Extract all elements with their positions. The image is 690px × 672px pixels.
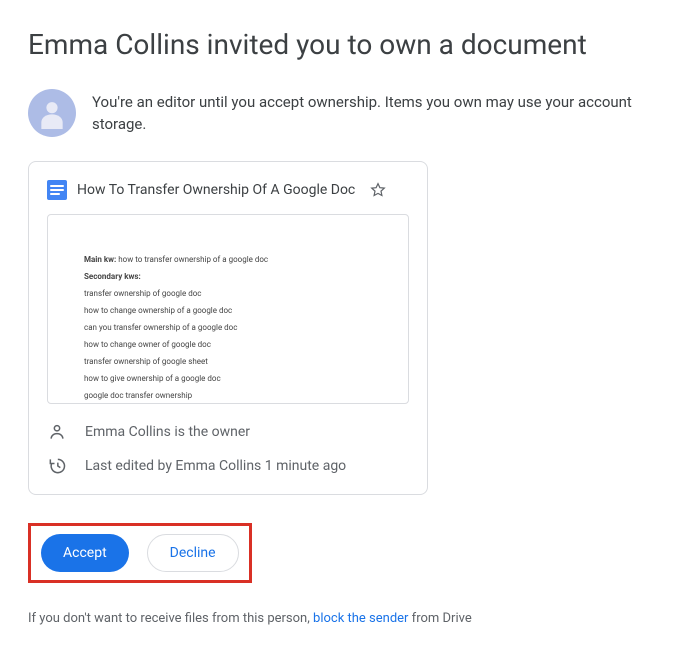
owner-text: Emma Collins is the owner [85, 424, 250, 440]
footer-text: If you don't want to receive files from … [28, 611, 662, 626]
preview-line: google doc transfer ownership [84, 391, 372, 400]
page-title: Emma Collins invited you to own a docume… [28, 28, 662, 61]
accept-button[interactable]: Accept [41, 534, 129, 572]
preview-line: transfer ownership of google sheet [84, 357, 372, 366]
star-icon[interactable] [369, 181, 387, 199]
history-icon [47, 456, 67, 476]
info-text: You're an editor until you accept owners… [92, 91, 662, 136]
owner-row: Emma Collins is the owner [47, 422, 409, 442]
preview-line: how to give ownership of a google doc [84, 374, 372, 383]
preview-secondary-label: Secondary kws: [84, 272, 372, 281]
avatar [28, 89, 76, 137]
preview-line: transfer ownership of google doc [84, 289, 372, 298]
document-card: How To Transfer Ownership Of A Google Do… [28, 161, 428, 495]
doc-title[interactable]: How To Transfer Ownership Of A Google Do… [77, 182, 355, 198]
doc-header: How To Transfer Ownership Of A Google Do… [47, 180, 409, 200]
preview-line: how to change owner of google doc [84, 340, 372, 349]
decline-button[interactable]: Decline [147, 534, 239, 572]
block-sender-link[interactable]: block the sender [313, 611, 408, 626]
preview-main-kw: Main kw: how to transfer ownership of a … [84, 255, 372, 264]
preview-line: can you transfer ownership of a google d… [84, 323, 372, 332]
info-row: You're an editor until you accept owners… [28, 89, 662, 137]
edited-text: Last edited by Emma Collins 1 minute ago [85, 458, 346, 474]
preview-line: how to change ownership of a google doc [84, 306, 372, 315]
doc-preview: Main kw: how to transfer ownership of a … [47, 214, 409, 404]
person-icon [47, 422, 67, 442]
person-silhouette-icon [36, 97, 68, 129]
edited-row: Last edited by Emma Collins 1 minute ago [47, 456, 409, 476]
google-doc-icon [47, 180, 67, 200]
action-highlight: Accept Decline [28, 523, 252, 583]
